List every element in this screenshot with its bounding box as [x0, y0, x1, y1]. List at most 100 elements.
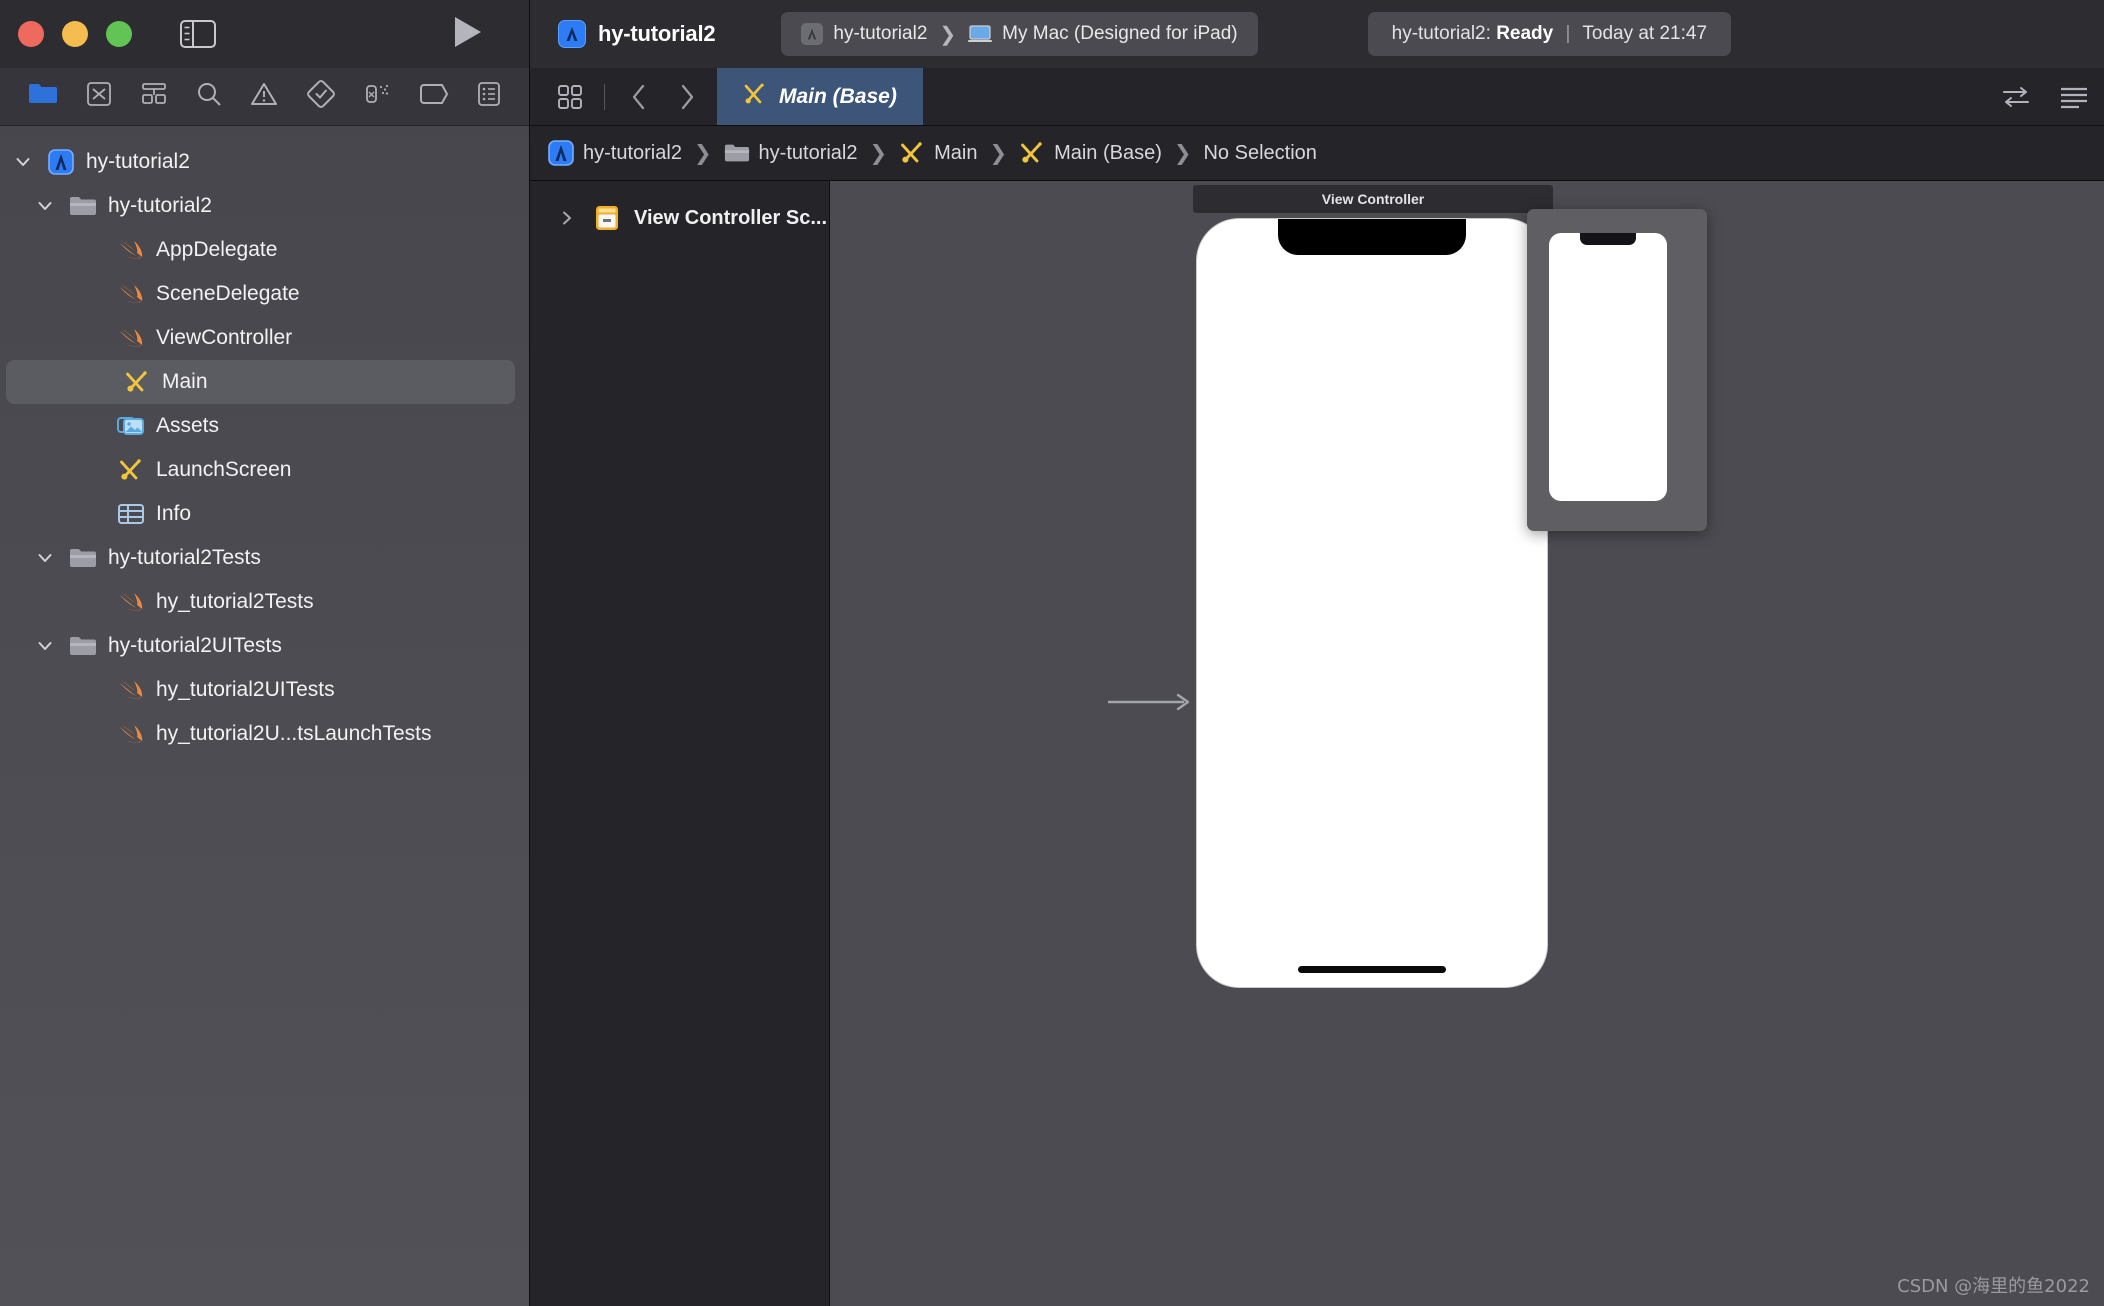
tab-main-base[interactable]: Main (Base)	[717, 68, 923, 125]
swift-file-icon	[116, 587, 146, 617]
navigator-row[interactable]: hy_tutorial2UITests	[0, 668, 529, 712]
main-content-row: hy-tutorial2 hy-tutorial2 AppDelegate Scene…	[0, 68, 2104, 1306]
bookmarks-navigator-icon[interactable]	[140, 81, 168, 112]
minimap-device-notch	[1580, 233, 1636, 245]
navigator-row[interactable]: AppDelegate	[0, 228, 529, 272]
editor-tab-bar: Main (Base)	[530, 68, 2104, 126]
scene-title: View Controller	[1321, 191, 1425, 207]
jumpbar-item-label: Main	[934, 141, 978, 164]
zoom-button[interactable]	[106, 21, 132, 47]
project-navigator-tree[interactable]: hy-tutorial2 hy-tutorial2 AppDelegate Scene…	[0, 126, 529, 1306]
navigator-row-label: hy_tutorial2UITests	[156, 678, 335, 701]
scene-title-bar[interactable]: View Controller	[1193, 185, 1553, 213]
storyboard-icon	[1019, 140, 1045, 166]
source-control-navigator-icon[interactable]	[86, 81, 112, 112]
navigator-row-label: hy-tutorial2Tests	[108, 546, 261, 569]
close-button[interactable]	[18, 21, 44, 47]
navigator-row[interactable]: hy-tutorial2	[0, 140, 529, 184]
xcode-window: hy-tutorial2 hy-tutorial2 ❯ My Mac (Desi…	[0, 0, 2104, 1306]
chevron-down-icon[interactable]	[10, 153, 36, 171]
jumpbar-item[interactable]: hy-tutorial2	[548, 140, 682, 166]
jumpbar-item[interactable]: Main	[899, 140, 977, 166]
jumpbar-item-label: hy-tutorial2	[583, 141, 682, 164]
folder-icon	[68, 631, 98, 661]
jumpbar-separator: ❯	[869, 141, 888, 165]
scheme-target-label: hy-tutorial2	[833, 23, 928, 44]
storyboard-icon	[743, 82, 767, 112]
jumpbar-item[interactable]: hy-tutorial2	[724, 140, 858, 166]
breakpoint-navigator-icon[interactable]	[419, 83, 449, 110]
debug-navigator-icon[interactable]	[363, 81, 391, 112]
mac-device-icon	[968, 25, 993, 43]
project-navigator-icon[interactable]	[28, 82, 58, 111]
outline-row-label: View Controller Sc...	[634, 206, 828, 229]
chevron-down-icon[interactable]	[32, 197, 58, 215]
forward-chevron-icon[interactable]	[665, 75, 709, 119]
status-text: hy-tutorial2: Ready | Today at 21:47	[1392, 23, 1707, 45]
outline-row[interactable]: View Controller Sc...	[530, 195, 829, 241]
swift-file-icon	[116, 279, 146, 309]
chevron-right-icon[interactable]	[554, 209, 580, 227]
project-title: hy-tutorial2	[598, 21, 716, 46]
editor-jump-bar[interactable]: hy-tutorial2 ❯ hy-tutorial2 ❯ Main ❯ Main (Bas…	[530, 126, 2104, 181]
swift-file-icon	[116, 235, 146, 265]
folder-icon	[724, 140, 750, 166]
scheme-destination-label: My Mac (Designed for iPad)	[1002, 23, 1238, 44]
view-controller-scene[interactable]	[1197, 219, 1547, 987]
navigator-row[interactable]: hy-tutorial2	[0, 184, 529, 228]
navigator-row[interactable]: LaunchScreen	[0, 448, 529, 492]
navigator-row-label: hy-tutorial2	[108, 194, 212, 217]
traffic-lights	[0, 21, 132, 47]
status-state: Ready	[1496, 23, 1554, 44]
navigator-row[interactable]: Info	[0, 492, 529, 536]
window-toolbar: hy-tutorial2 hy-tutorial2 ❯ My Mac (Desi…	[0, 0, 2104, 68]
navigator-pane: hy-tutorial2 hy-tutorial2 AppDelegate Scene…	[0, 68, 530, 1306]
chevron-down-icon[interactable]	[32, 549, 58, 567]
navigator-row[interactable]: SceneDelegate	[0, 272, 529, 316]
tab-bar-controls	[530, 68, 717, 125]
navigator-row[interactable]: hy_tutorial2U...tsLaunchTests	[0, 712, 529, 756]
view-controller-scene-icon	[592, 203, 622, 233]
assets-catalog-icon	[116, 411, 146, 441]
chevron-down-icon[interactable]	[32, 637, 58, 655]
status-bar[interactable]: hy-tutorial2: Ready | Today at 21:47	[1367, 12, 1732, 56]
minimize-button[interactable]	[62, 21, 88, 47]
xcode-project-icon	[558, 20, 586, 48]
navigator-row-label: SceneDelegate	[156, 282, 300, 305]
storyboard-canvas[interactable]: View Controller CSDN @海里的鱼2022	[830, 181, 2104, 1306]
toolbar-left-section	[0, 0, 530, 68]
navigator-row[interactable]: ViewController	[0, 316, 529, 360]
project-title-chip[interactable]: hy-tutorial2	[544, 20, 725, 48]
jumpbar-item-label: No Selection	[1203, 141, 1317, 164]
navigator-row-label: LaunchScreen	[156, 458, 292, 481]
canvas-minimap[interactable]	[1527, 209, 1707, 531]
issue-navigator-icon[interactable]	[250, 81, 278, 112]
canvas-row: View Controller Sc... View Controller CS…	[530, 181, 2104, 1306]
jumpbar-item[interactable]: No Selection	[1203, 142, 1316, 165]
jumpbar-item[interactable]: Main (Base)	[1019, 140, 1162, 166]
scheme-selector[interactable]: hy-tutorial2 ❯ My Mac (Designed for iPad…	[781, 12, 1258, 56]
toggle-assistant-icon[interactable]	[1994, 75, 2038, 119]
toggle-inspector-icon[interactable]	[2052, 75, 2096, 119]
storyboard-icon	[122, 367, 152, 397]
storyboard-icon	[899, 140, 925, 166]
storyboard-icon	[116, 455, 146, 485]
document-outline[interactable]: View Controller Sc...	[530, 181, 830, 1306]
jumpbar-item-label: hy-tutorial2	[758, 141, 858, 164]
navigator-row[interactable]: hy-tutorial2UITests	[0, 624, 529, 668]
run-button[interactable]	[453, 16, 483, 53]
chevron-right-icon: ❯	[939, 23, 957, 46]
navigator-row[interactable]: Assets	[0, 404, 529, 448]
navigator-row[interactable]: Main	[6, 360, 515, 404]
back-chevron-icon[interactable]	[617, 75, 661, 119]
editor-options-icon[interactable]	[548, 75, 592, 119]
toggle-navigator-icon[interactable]	[180, 20, 216, 48]
report-navigator-icon[interactable]	[477, 81, 501, 112]
find-navigator-icon[interactable]	[196, 81, 222, 112]
test-navigator-icon[interactable]	[306, 80, 335, 113]
editor-right-controls	[1994, 68, 2104, 125]
status-time: Today at 21:47	[1582, 23, 1708, 44]
scheme-app-icon	[801, 23, 824, 45]
navigator-row[interactable]: hy-tutorial2Tests	[0, 536, 529, 580]
navigator-row[interactable]: hy_tutorial2Tests	[0, 580, 529, 624]
